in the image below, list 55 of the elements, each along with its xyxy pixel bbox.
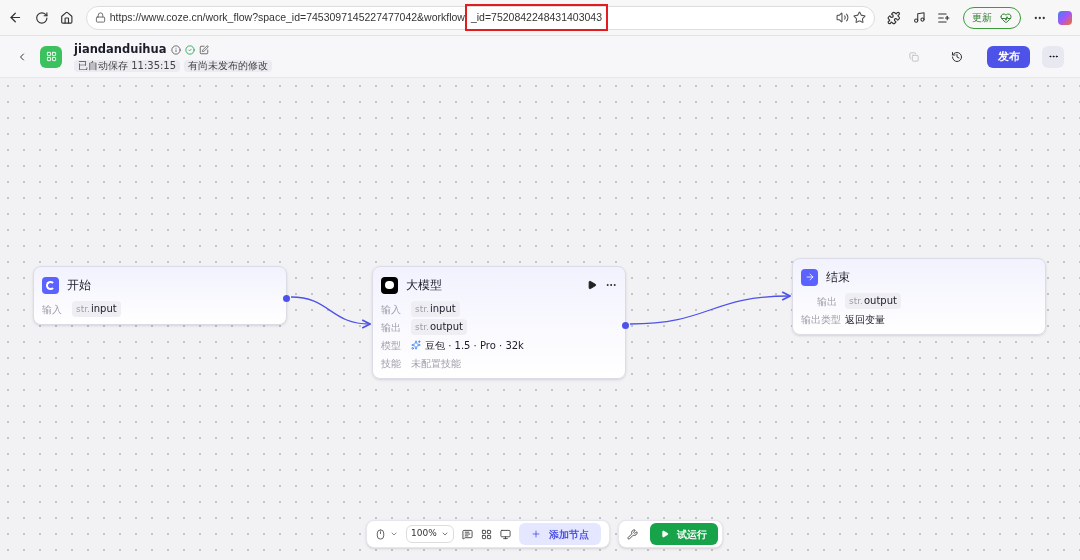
comment-icon[interactable] — [462, 528, 473, 540]
variable-tag: str.output — [845, 293, 901, 309]
save-status: 已自动保存 11:35:15 — [74, 60, 181, 73]
end-node-icon — [801, 268, 818, 286]
variable-tag: str.output — [411, 319, 467, 335]
reload-icon[interactable] — [34, 10, 49, 25]
edit-icon[interactable] — [198, 44, 209, 55]
skill-placeholder: 未配置技能 — [411, 356, 461, 371]
node-title: 开始 — [67, 277, 91, 294]
field-label: 模型 — [381, 338, 402, 353]
start-node-icon — [42, 276, 59, 294]
publish-button[interactable]: 发布 — [987, 45, 1030, 68]
model-logo-icon — [411, 340, 421, 350]
node-title: 结束 — [826, 269, 850, 286]
output-type: 返回变量 — [845, 312, 885, 327]
field-label: 输出 — [816, 294, 837, 309]
check-icon — [184, 44, 195, 55]
info-icon[interactable] — [170, 44, 181, 55]
workflow-node[interactable]: 开始 输入 str.input — [33, 266, 287, 325]
caret-icon[interactable] — [390, 530, 398, 538]
favorite-icon[interactable] — [852, 11, 866, 24]
mouse-icon[interactable] — [375, 528, 386, 540]
speaker-icon[interactable] — [835, 11, 849, 24]
plus-icon — [531, 529, 541, 539]
output-port[interactable] — [622, 322, 629, 329]
unpublished-badge: 有尚未发布的修改 — [184, 60, 273, 73]
highlighted-url-part: _id=7520842248431403043 — [464, 3, 609, 32]
model-name: 豆包 · 1.5 · Pro · 32k — [425, 338, 524, 353]
field-label: 技能 — [381, 356, 402, 371]
field-label: 输出 — [381, 320, 402, 335]
heart-icon — [999, 11, 1012, 24]
play-icon — [661, 530, 669, 538]
variable-tag: str.input — [72, 301, 121, 317]
workflow-title: jiandanduihua — [74, 40, 167, 58]
history-icon[interactable] — [951, 50, 963, 63]
field-label: 输入 — [381, 302, 402, 317]
add-node-button[interactable]: 添加节点 — [519, 523, 601, 545]
address-bar[interactable]: https://www.coze.cn/work_flow?space_id=7453097145227477042&workflow _id=7520842248431403043 — [85, 5, 875, 30]
run-icon[interactable] — [587, 280, 597, 290]
workflow-node[interactable]: 结束 输出 str.output 输出类型 返回变量 — [792, 258, 1046, 335]
extensions-icon[interactable] — [886, 10, 901, 25]
node-title: 大模型 — [406, 277, 442, 294]
lock-icon — [94, 12, 106, 23]
field-label: 输入 — [42, 302, 63, 317]
workflow-node[interactable]: 大模型 输入 str.input 输出 str.output 模型 豆包 · 1.5 · Pro · 32k 技能 未配置技能 — [372, 266, 626, 379]
back-icon[interactable] — [8, 10, 23, 25]
home-icon[interactable] — [60, 10, 74, 25]
wrench-icon[interactable] — [627, 528, 638, 540]
layout-icon[interactable] — [481, 528, 492, 540]
caret-icon — [441, 530, 449, 538]
zoom-select[interactable]: 100% — [406, 525, 454, 543]
workflow-logo-icon — [40, 45, 62, 68]
variable-tag: str.input — [411, 301, 460, 317]
url-text: https://www.coze.cn/work_flow?space_id=7453097145227477042&workflow — [109, 9, 465, 25]
output-port[interactable] — [283, 295, 290, 302]
